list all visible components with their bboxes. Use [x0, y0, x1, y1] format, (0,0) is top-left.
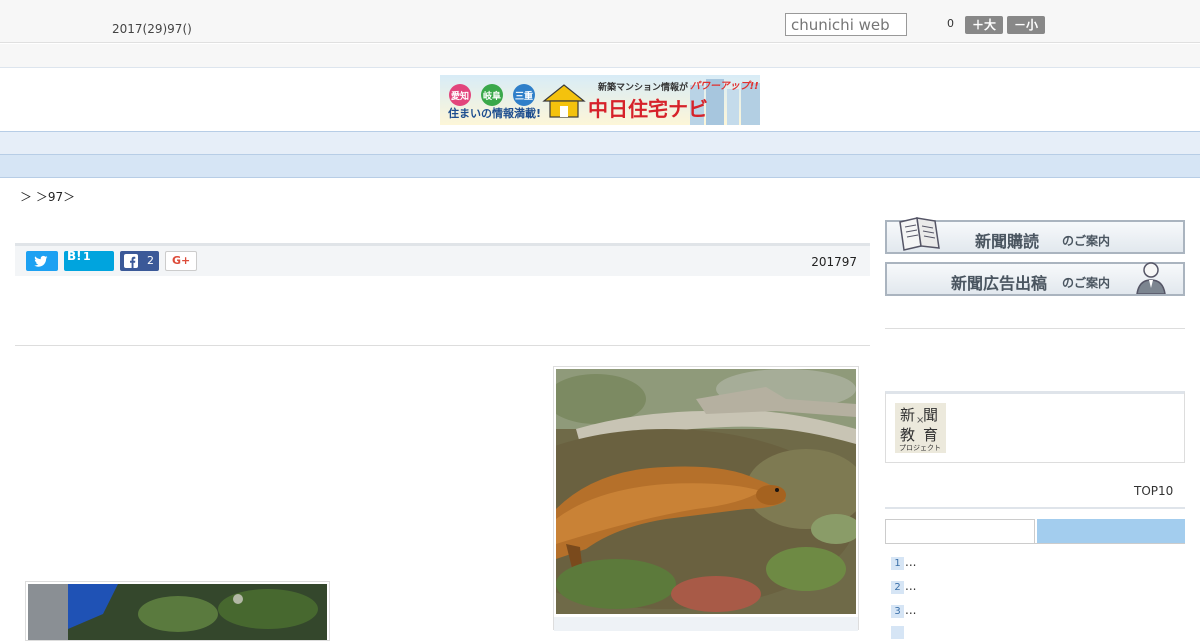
twitter-icon: [34, 255, 48, 267]
google-plus-icon: G+: [172, 254, 191, 267]
article-photo-marten[interactable]: [476, 366, 866, 631]
ranking-item[interactable]: 3...: [891, 603, 916, 618]
ranking-number: 3: [891, 605, 904, 618]
subscribe-main-label: 新聞購読: [975, 232, 1040, 251]
hatena-bookmark-button[interactable]: B! 1: [64, 249, 114, 271]
ranking-item[interactable]: 2...: [891, 579, 916, 594]
article-divider: [15, 345, 870, 346]
share-bar: B! 1 2 G+ 201797: [15, 243, 870, 276]
advertise-sub-label: のご案内: [1062, 276, 1111, 290]
facebook-count: 2: [147, 254, 154, 267]
newspaper-education-box: 新 聞 × 教 育 プロジェクト: [885, 391, 1185, 463]
edu-sub: プロジェクト: [899, 444, 941, 452]
edu-char-2: 聞: [923, 406, 939, 424]
top10-label: TOP10: [1134, 484, 1174, 498]
ranking-tab-underline: [885, 543, 1185, 544]
second-photo: [28, 584, 327, 640]
subscribe-sub-label: のご案内: [1062, 234, 1111, 248]
ranking-text: ...: [905, 555, 917, 569]
housing-navi-banner[interactable]: 愛知 岐阜 三重 住まいの情報満載! 新築マンション情報が パワーアップ!! 中…: [440, 75, 760, 125]
banner-region-3: 三重: [515, 90, 533, 102]
hatena-count: 1: [83, 250, 91, 263]
font-smaller-button[interactable]: －小: [1007, 16, 1045, 34]
advertise-button[interactable]: 新聞広告出稿 のご案内: [885, 262, 1185, 296]
newspaper-icon: [899, 217, 940, 251]
banner-tagline: 住まいの情報満載!: [448, 106, 541, 120]
banner-power-up: パワーアップ!!: [690, 80, 759, 92]
header-strip: [0, 44, 1200, 68]
ranking-text: ...: [905, 603, 917, 617]
sidebar-divider-2: [885, 507, 1185, 509]
ranking-number: 1: [891, 557, 904, 570]
ranking-number: 2: [891, 581, 904, 594]
edu-char-3: 教: [900, 426, 916, 444]
photo-caption-bar: [554, 617, 858, 631]
marten-photo: [476, 369, 866, 614]
top-bar: 2017(29)97() 0 ＋大 －小: [0, 0, 1200, 43]
sub-nav: [0, 155, 1200, 178]
published-date: 201797: [811, 255, 857, 269]
subscribe-button[interactable]: 新聞購読 のご案内: [885, 217, 1185, 254]
ranking-number: [891, 626, 904, 639]
banner-graphic: 愛知 岐阜 三重 住まいの情報満載! 新築マンション情報が パワーアップ!! 中…: [440, 75, 760, 125]
facebook-share-button[interactable]: 2: [120, 251, 159, 271]
facebook-icon: [124, 254, 138, 268]
sidebar-divider-1: [885, 328, 1185, 329]
edu-char-4: 育: [923, 426, 939, 444]
ranking-tab-1[interactable]: [885, 519, 1035, 544]
edu-char-1: 新: [900, 406, 916, 424]
article-photo-second[interactable]: [25, 581, 330, 641]
breadcrumb[interactable]: ＞ ＞97＞: [20, 188, 75, 205]
banner-headline: 新築マンション情報が: [598, 81, 689, 93]
ranking-item[interactable]: [891, 626, 905, 642]
banner-region-1: 愛知: [451, 90, 469, 102]
google-plus-share-button[interactable]: G+: [165, 251, 197, 271]
global-nav: [0, 131, 1200, 155]
ranking-text: ...: [905, 579, 917, 593]
banner-brand: 中日住宅ナビ: [588, 97, 708, 121]
font-size-count: 0: [947, 17, 954, 30]
twitter-share-button[interactable]: [26, 251, 58, 271]
ranking-item[interactable]: 1...: [891, 555, 916, 570]
header-date: 2017(29)97(): [112, 22, 192, 36]
advertise-main-label: 新聞広告出稿: [951, 274, 1048, 293]
hatena-icon: B!: [67, 249, 82, 263]
ranking-tab-2[interactable]: [1037, 519, 1185, 543]
search-input[interactable]: [785, 13, 907, 36]
banner-region-2: 岐阜: [483, 90, 501, 102]
newspaper-education-logo[interactable]: 新 聞 × 教 育 プロジェクト: [895, 403, 946, 453]
font-larger-button[interactable]: ＋大: [965, 16, 1003, 34]
businessman-icon: [1136, 262, 1166, 294]
